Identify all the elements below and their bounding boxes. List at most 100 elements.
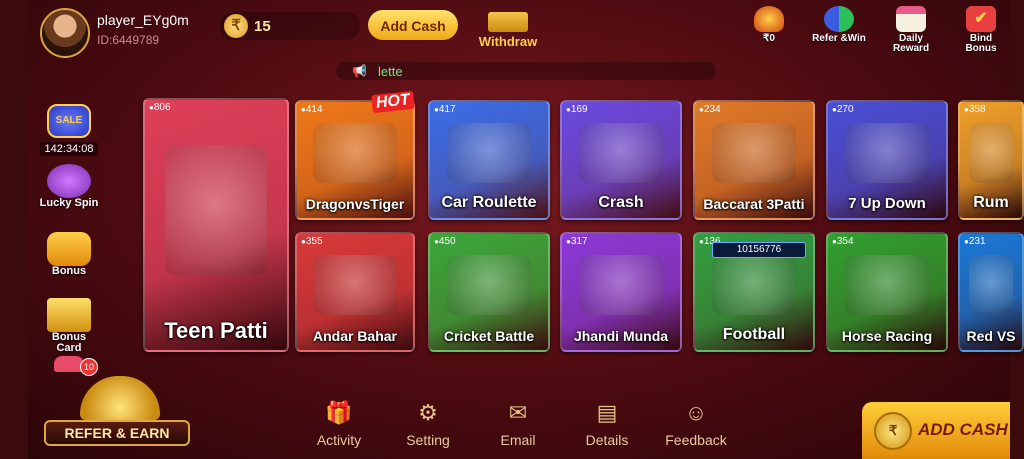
- announcement-marquee: 📢 lette: [336, 62, 716, 80]
- game-title: Baccarat 3Patti: [703, 196, 805, 212]
- withdraw-button[interactable]: Withdraw: [470, 10, 546, 50]
- game-card-7-up-down[interactable]: 270 7 Up Down: [826, 100, 948, 220]
- game-art: [968, 122, 1014, 184]
- game-title: Horse Racing: [841, 328, 933, 344]
- game-card-baccarat-3patti[interactable]: 234 Baccarat 3Patti: [693, 100, 815, 220]
- nav-setting-label: Setting: [406, 432, 450, 448]
- game-title: DragonvsTiger: [305, 196, 405, 212]
- nav-email[interactable]: ✉ Email: [480, 400, 556, 448]
- game-art: [844, 254, 930, 316]
- nav-feedback[interactable]: ☺ Feedback: [658, 400, 734, 448]
- daily-reward-label: Daily Reward: [892, 33, 930, 54]
- game-art: [711, 122, 797, 184]
- megaphone-icon: 📢: [352, 64, 367, 78]
- gift-icon: 🎁: [325, 400, 353, 425]
- nav-details[interactable]: ▤ Details: [569, 400, 645, 448]
- add-cash-button[interactable]: Add Cash: [368, 10, 458, 40]
- free-bonus-label: Bonus: [51, 265, 87, 277]
- nav-feedback-label: Feedback: [665, 432, 727, 448]
- nav-activity[interactable]: 🎁 Activity: [301, 400, 377, 448]
- free-bonus-button[interactable]: Bonus: [38, 232, 100, 277]
- game-card-rum[interactable]: 358 Rum: [958, 100, 1024, 220]
- game-card-red-vs[interactable]: 231 Red VS: [958, 232, 1024, 352]
- bonus-card-button[interactable]: Bonus Card: [38, 298, 100, 354]
- game-card-horse-racing[interactable]: 354 Horse Racing: [826, 232, 948, 352]
- profile[interactable]: player_EYg0m ID:6449789: [40, 8, 200, 58]
- envelope-icon: ✉: [508, 400, 528, 425]
- rupee-coin-icon: ₹: [224, 14, 248, 38]
- balance-display: ₹ 15: [220, 12, 360, 40]
- refer-earn-banner[interactable]: REFER & EARN: [44, 372, 190, 448]
- game-card-car-roulette[interactable]: 417 Car Roulette: [428, 100, 550, 220]
- lantern-button[interactable]: ₹0: [742, 6, 796, 54]
- avatar[interactable]: [40, 8, 90, 58]
- player-count: 806: [149, 102, 171, 113]
- rupee-coin-icon: ₹: [874, 412, 912, 450]
- sale-timer: 142:34:08: [40, 142, 98, 156]
- player-count: 417: [434, 104, 456, 115]
- add-cash-big-button[interactable]: ₹ ADD CASH: [862, 402, 1010, 459]
- support-agent-icon: ☺: [684, 400, 708, 425]
- refer-earn-label: REFER & EARN: [44, 420, 190, 446]
- game-art: [164, 145, 268, 275]
- game-card-crash[interactable]: 169 Crash: [560, 100, 682, 220]
- coin-pile-icon: [80, 376, 160, 420]
- nav-details-label: Details: [585, 432, 629, 448]
- player-id: ID:6449789: [97, 33, 160, 47]
- lucky-spin-button[interactable]: Lucky Spin: [38, 164, 100, 209]
- player-count: 234: [699, 104, 721, 115]
- player-count: 354: [832, 236, 854, 247]
- game-title: Jhandi Munda: [573, 328, 669, 344]
- player-count: 270: [832, 104, 854, 115]
- game-card-cricket-battle[interactable]: 450 Cricket Battle: [428, 232, 550, 352]
- game-art: [844, 122, 930, 184]
- withdraw-label: Withdraw: [478, 34, 538, 49]
- game-art: [313, 254, 397, 316]
- game-art: [446, 254, 532, 316]
- nav-email-label: Email: [500, 432, 536, 448]
- game-card-dragonvstiger[interactable]: 414 DragonvsTiger: [295, 100, 415, 220]
- player-count: 169: [566, 104, 588, 115]
- lucky-spin-label: Lucky Spin: [39, 197, 99, 209]
- ledger-icon: ▤: [596, 400, 618, 425]
- jackpot-counter: 10156776: [712, 242, 806, 258]
- refer-win-label: Refer &Win: [812, 33, 866, 44]
- game-title: Crash: [598, 194, 644, 211]
- left-frame: [0, 0, 28, 459]
- lantern-label: ₹0: [763, 33, 775, 44]
- gear-icon: ⚙: [418, 400, 438, 425]
- wallet-icon: [488, 12, 528, 32]
- player-count: 358: [964, 104, 986, 115]
- bonus-card-label: Bonus Card: [51, 331, 87, 354]
- game-art: [578, 254, 664, 316]
- game-card-jhandi-munda[interactable]: 317 Jhandi Munda: [560, 232, 682, 352]
- check-box-icon: ✔: [966, 6, 996, 32]
- player-count: 317: [566, 236, 588, 247]
- refer-social-icon: [824, 6, 854, 32]
- game-card-teen-patti[interactable]: 806 Teen Patti: [143, 98, 289, 352]
- nav-setting[interactable]: ⚙ Setting: [390, 400, 466, 448]
- player-count: 355: [301, 236, 323, 247]
- player-count: 414: [301, 104, 323, 115]
- game-title: Car Roulette: [441, 194, 537, 211]
- game-art: [968, 254, 1014, 316]
- right-frame: [1010, 0, 1024, 459]
- game-title: Red VS: [966, 328, 1016, 344]
- free-bonus-icon: [47, 232, 91, 266]
- bind-bonus-button[interactable]: ✔ Bind Bonus: [954, 6, 1008, 54]
- bind-bonus-label: Bind Bonus: [965, 33, 997, 54]
- sale-icon: SALE: [47, 104, 91, 138]
- marquee-text: lette: [378, 64, 403, 79]
- game-title: Rum: [973, 194, 1009, 211]
- game-art: [313, 122, 397, 184]
- game-art: [446, 122, 532, 184]
- refer-win-button[interactable]: Refer &Win: [812, 6, 866, 54]
- game-title: Andar Bahar: [312, 328, 398, 344]
- game-title: Football: [722, 326, 786, 343]
- game-card-andar-bahar[interactable]: 355 Andar Bahar: [295, 232, 415, 352]
- player-count: 231: [964, 236, 986, 247]
- daily-reward-button[interactable]: Daily Reward: [884, 6, 938, 54]
- add-cash-big-label: ADD CASH: [918, 420, 1008, 439]
- sale-button[interactable]: SALE: [38, 104, 100, 138]
- game-art: [578, 122, 664, 184]
